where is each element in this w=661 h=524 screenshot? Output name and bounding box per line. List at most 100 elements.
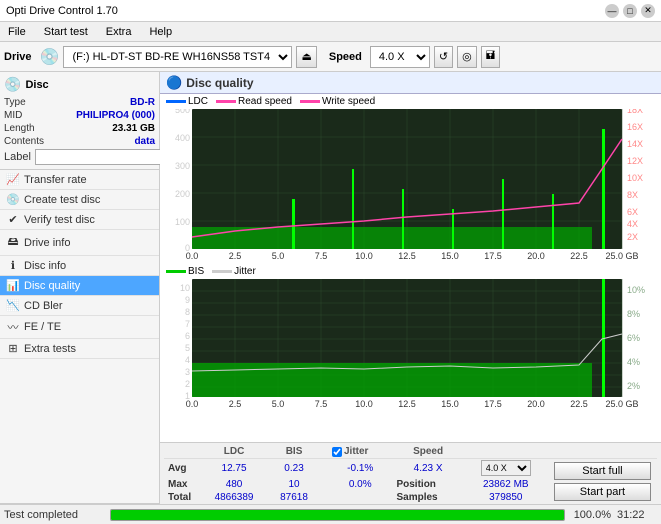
chart1-svg: 500 400 300 200 100 0 18X 16X 14X 12X 10… — [162, 109, 652, 259]
chart1-wrapper: LDC Read speed Write speed — [162, 96, 659, 262]
menu-file[interactable]: File — [4, 25, 30, 39]
svg-text:0.0: 0.0 — [186, 251, 199, 259]
stats-row-avg: Avg 12.75 0.23 -0.1% 4.23 X 4.0 X — [164, 459, 657, 478]
svg-text:2.5: 2.5 — [229, 251, 242, 259]
position-value: 23862 MB — [464, 477, 548, 490]
nav-label-create-test: Create test disc — [24, 194, 100, 206]
svg-text:18X: 18X — [627, 109, 643, 115]
elapsed-time: 31:22 — [617, 509, 657, 521]
svg-text:4%: 4% — [627, 357, 640, 367]
length-value: 23.31 GB — [112, 123, 155, 134]
maximize-button[interactable]: □ — [623, 4, 637, 18]
close-button[interactable]: ✕ — [641, 4, 655, 18]
bis-legend-color — [166, 270, 186, 273]
eject-button[interactable]: ⏏ — [296, 46, 316, 68]
svg-text:300: 300 — [175, 161, 190, 171]
sidebar-item-verify-test-disc[interactable]: ✔ Verify test disc — [0, 210, 159, 230]
svg-text:0.0: 0.0 — [186, 399, 199, 409]
sidebar-item-cd-bler[interactable]: 📉 CD Bler — [0, 296, 159, 316]
speed-select-cell[interactable]: 4.0 X — [464, 459, 548, 478]
svg-text:15.0: 15.0 — [441, 399, 459, 409]
svg-text:14X: 14X — [627, 139, 643, 149]
nav-label-verify: Verify test disc — [24, 214, 95, 226]
app-title: Opti Drive Control 1.70 — [6, 5, 118, 17]
label-input[interactable] — [35, 149, 173, 165]
menubar: File Start test Extra Help — [0, 22, 661, 42]
content-area: 🔵 Disc quality LDC Read speed — [160, 72, 661, 524]
ldc-legend-color — [166, 100, 186, 103]
nav-label-fe-te: FE / TE — [24, 321, 61, 333]
sidebar-item-drive-info[interactable]: 🖴 Drive info — [0, 230, 159, 256]
nav-label-extra-tests: Extra tests — [24, 343, 76, 355]
avg-jitter: -0.1% — [328, 459, 392, 478]
speed-value: 4.23 X — [392, 459, 463, 478]
type-value: BD-R — [130, 97, 155, 108]
nav-label-disc-quality: Disc quality — [24, 280, 80, 292]
max-ldc: 480 — [200, 477, 268, 490]
start-part-button[interactable]: Start part — [554, 483, 651, 501]
svg-text:22.5: 22.5 — [570, 251, 588, 259]
menu-extra[interactable]: Extra — [102, 25, 136, 39]
total-ldc: 4866389 — [200, 491, 268, 504]
svg-text:17.5: 17.5 — [484, 399, 502, 409]
sidebar-item-fe-te[interactable]: 〰 FE / TE — [0, 316, 159, 339]
start-full-button[interactable]: Start full — [554, 462, 651, 480]
svg-text:12.5: 12.5 — [398, 399, 416, 409]
sidebar: 💿 Disc Type BD-R MID PHILIPRO4 (000) Len… — [0, 72, 160, 524]
svg-text:3: 3 — [185, 367, 190, 377]
svg-text:8: 8 — [185, 307, 190, 317]
max-label: Max — [164, 477, 200, 490]
disc-panel: 💿 Disc Type BD-R MID PHILIPRO4 (000) Len… — [0, 72, 159, 170]
svg-text:17.5: 17.5 — [484, 251, 502, 259]
menu-start-test[interactable]: Start test — [40, 25, 92, 39]
titlebar: Opti Drive Control 1.70 — □ ✕ — [0, 0, 661, 22]
svg-text:10X: 10X — [627, 173, 643, 183]
speed-select[interactable]: 4.0 X — [370, 46, 430, 68]
nav-label-disc-info: Disc info — [24, 260, 66, 272]
svg-text:10: 10 — [180, 283, 190, 293]
speed-dropdown[interactable]: 4.0 X — [481, 460, 531, 476]
drive-select[interactable]: (F:) HL-DT-ST BD-RE WH16NS58 TST4 — [63, 46, 292, 68]
svg-text:16X: 16X — [627, 122, 643, 132]
sidebar-item-disc-quality[interactable]: 📊 Disc quality — [0, 276, 159, 296]
jitter-checkbox-area[interactable]: Jitter — [332, 446, 388, 457]
jitter-col-label: Jitter — [344, 446, 368, 457]
svg-text:20.0: 20.0 — [527, 251, 545, 259]
total-label: Total — [164, 491, 200, 504]
svg-text:12.5: 12.5 — [398, 251, 416, 259]
menu-help[interactable]: Help — [145, 25, 176, 39]
chart2-svg: 10 9 8 7 6 5 4 3 2 1 10% 8% 6% 4% 2% — [162, 279, 652, 409]
create-test-icon: 💿 — [6, 193, 20, 206]
nav-list: 📈 Transfer rate 💿 Create test disc ✔ Ver… — [0, 170, 159, 359]
svg-text:7.5: 7.5 — [315, 251, 328, 259]
samples-value: 379850 — [464, 491, 548, 504]
svg-text:9: 9 — [185, 295, 190, 305]
svg-text:10.0: 10.0 — [355, 399, 373, 409]
col-speed: Speed — [392, 445, 463, 459]
sidebar-item-create-test-disc[interactable]: 💿 Create test disc — [0, 190, 159, 210]
disc-quality-title: Disc quality — [186, 76, 253, 90]
statusbar: Test completed 100.0% 31:22 — [0, 504, 661, 524]
sidebar-item-extra-tests[interactable]: ⊞ Extra tests — [0, 339, 159, 359]
svg-text:10%: 10% — [627, 285, 645, 295]
burn-button[interactable]: ◎ — [457, 46, 477, 68]
refresh-button[interactable]: ↺ — [434, 46, 453, 68]
nav-label-drive-info: Drive info — [24, 237, 70, 249]
save-button[interactable]: 🖬 — [481, 46, 500, 68]
sidebar-item-disc-info[interactable]: ℹ Disc info — [0, 256, 159, 276]
progress-bar-container — [110, 509, 565, 521]
type-label: Type — [4, 97, 26, 108]
chart2-legend: BIS Jitter — [162, 266, 659, 277]
jitter-checkbox[interactable] — [332, 447, 342, 457]
jitter-legend-label: Jitter — [234, 266, 256, 277]
svg-text:2: 2 — [185, 379, 190, 389]
contents-label: Contents — [4, 136, 44, 147]
svg-text:5.0: 5.0 — [272, 399, 285, 409]
charts-area: LDC Read speed Write speed — [160, 94, 661, 469]
extra-tests-icon: ⊞ — [6, 342, 20, 355]
progress-bar — [111, 510, 564, 520]
nav-label-cd-bler: CD Bler — [24, 300, 63, 312]
svg-text:7: 7 — [185, 319, 190, 329]
minimize-button[interactable]: — — [605, 4, 619, 18]
sidebar-item-transfer-rate[interactable]: 📈 Transfer rate — [0, 170, 159, 190]
